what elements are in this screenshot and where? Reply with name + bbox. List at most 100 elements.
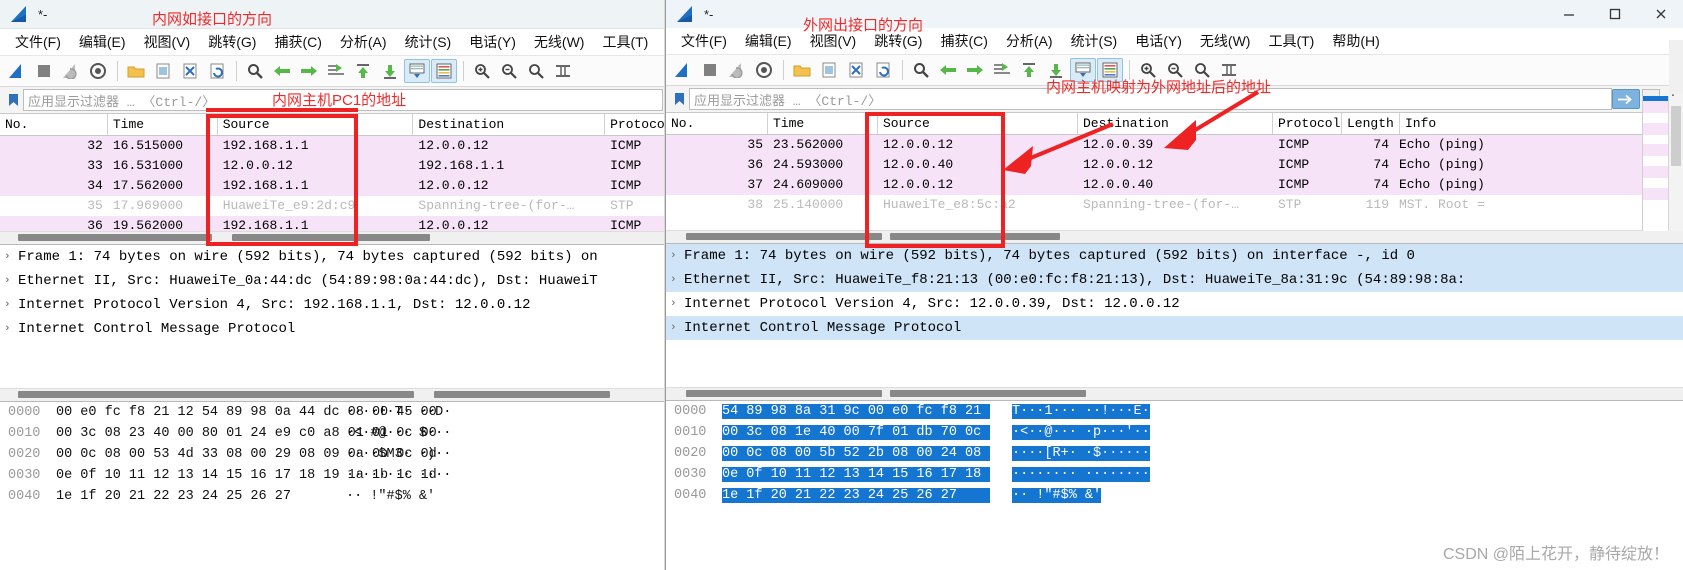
detail-tree-row[interactable]: › Internet Control Message Protocol bbox=[0, 317, 665, 341]
save-file-icon[interactable] bbox=[150, 59, 176, 83]
close-file-icon[interactable] bbox=[177, 59, 203, 83]
menu-item-analyze[interactable]: 分析(A) bbox=[997, 29, 1062, 53]
menu-item-file[interactable]: 文件(F) bbox=[672, 29, 736, 53]
autoscroll-icon[interactable] bbox=[404, 59, 430, 83]
hex-dump-row[interactable]: 0010 00 3c 08 1e 40 00 7f 01 db 70 0c 00 … bbox=[666, 422, 1683, 443]
start-capture-icon[interactable] bbox=[670, 58, 696, 82]
scrollbar-thumb[interactable] bbox=[686, 390, 882, 397]
menu-item-edit[interactable]: 编辑(E) bbox=[70, 30, 135, 54]
chevron-right-icon[interactable]: › bbox=[4, 251, 18, 263]
scrollbar-thumb[interactable] bbox=[890, 390, 1086, 397]
go-forward-icon[interactable] bbox=[962, 58, 988, 82]
capture-options-icon[interactable] bbox=[85, 59, 111, 83]
hex-dump-row[interactable]: 0020 00 0c 08 00 5b 52 2b 08 00 24 08 09 … bbox=[666, 443, 1683, 464]
menu-item-wireless[interactable]: 无线(W) bbox=[1191, 29, 1260, 53]
detail-tree-row[interactable]: › Frame 1: 74 bytes on wire (592 bits), 7… bbox=[666, 244, 1683, 268]
detail-tree-row[interactable]: › Internet Control Message Protocol bbox=[666, 316, 1683, 340]
chevron-right-icon[interactable]: › bbox=[4, 275, 18, 287]
detail-tree-row[interactable]: › Ethernet II, Src: HuaweiTe_f8:21:13 (00… bbox=[666, 268, 1683, 292]
chevron-right-icon[interactable]: › bbox=[670, 274, 684, 286]
hex-dump-row[interactable]: 0030 0e 0f 10 11 12 13 14 15 16 17 18 19 … bbox=[0, 465, 665, 486]
minimize-icon[interactable] bbox=[1546, 0, 1592, 28]
menu-item-analyze[interactable]: 分析(A) bbox=[331, 30, 396, 54]
menu-item-view[interactable]: 视图(V) bbox=[135, 30, 200, 54]
scrollbar-thumb[interactable] bbox=[1671, 106, 1681, 166]
packet-list-vscrollbar[interactable] bbox=[1668, 96, 1683, 231]
stop-capture-icon[interactable] bbox=[31, 59, 57, 83]
detail-hscrollbar-left[interactable] bbox=[0, 388, 665, 401]
filter-bookmark-icon[interactable] bbox=[5, 91, 21, 109]
detail-tree-row[interactable]: › Frame 1: 74 bytes on wire (592 bits), 7… bbox=[0, 245, 665, 269]
chevron-right-icon[interactable]: › bbox=[4, 299, 18, 311]
capture-options-icon[interactable] bbox=[751, 58, 777, 82]
column-time[interactable]: Time bbox=[108, 114, 218, 135]
column-info[interactable]: Info bbox=[1400, 113, 1520, 134]
menu-item-statistics[interactable]: 统计(S) bbox=[1062, 29, 1127, 53]
column-protocol[interactable]: Protoco bbox=[605, 114, 665, 135]
menu-item-statistics[interactable]: 统计(S) bbox=[396, 30, 461, 54]
column-length[interactable]: Length bbox=[1342, 113, 1400, 134]
apply-filter-arrow-icon[interactable] bbox=[1612, 89, 1640, 109]
resize-columns-icon[interactable] bbox=[550, 59, 576, 83]
menu-item-file[interactable]: 文件(F) bbox=[6, 30, 70, 54]
reload-file-icon[interactable] bbox=[870, 58, 896, 82]
hex-dump-row[interactable]: 0000 00 e0 fc f8 21 12 54 89 98 0a 44 dc … bbox=[0, 402, 665, 423]
go-last-packet-icon[interactable] bbox=[377, 59, 403, 83]
reload-file-icon[interactable] bbox=[204, 59, 230, 83]
detail-tree-row[interactable]: › Internet Protocol Version 4, Src: 12.0.… bbox=[666, 292, 1683, 316]
menu-item-capture[interactable]: 捕获(C) bbox=[931, 29, 996, 53]
scrollbar-thumb[interactable] bbox=[18, 391, 414, 398]
hex-dump-row[interactable]: 0000 54 89 98 8a 31 9c 00 e0 fc f8 21 13 … bbox=[666, 401, 1683, 422]
find-packet-icon[interactable] bbox=[242, 59, 268, 83]
hex-dump-row[interactable]: 0010 00 3c 08 23 40 00 80 01 24 e9 c0 a8 … bbox=[0, 423, 665, 444]
chevron-right-icon[interactable]: › bbox=[4, 323, 18, 335]
go-to-packet-icon[interactable] bbox=[989, 58, 1015, 82]
open-file-icon[interactable] bbox=[789, 58, 815, 82]
table-row[interactable]: 37 24.609000 12.0.0.12 12.0.0.40 ICMP 74 Echo … bbox=[666, 175, 1683, 195]
stop-capture-icon[interactable] bbox=[697, 58, 723, 82]
menu-item-edit[interactable]: 编辑(E) bbox=[736, 29, 801, 53]
go-forward-icon[interactable] bbox=[296, 59, 322, 83]
chevron-right-icon[interactable]: › bbox=[670, 298, 684, 310]
menu-item-wireless[interactable]: 无线(W) bbox=[525, 30, 594, 54]
table-row[interactable]: 36 24.593000 12.0.0.40 12.0.0.12 ICMP 74 Echo … bbox=[666, 155, 1683, 175]
find-packet-icon[interactable] bbox=[908, 58, 934, 82]
scrollbar-thumb[interactable] bbox=[434, 391, 610, 398]
close-icon[interactable] bbox=[1638, 0, 1683, 28]
hex-dump-row[interactable]: 0040 1e 1f 20 21 22 23 24 25 26 27 ·· !"#$… bbox=[666, 485, 1683, 506]
menu-item-tools[interactable]: 工具(T) bbox=[593, 30, 657, 54]
colorize-icon[interactable] bbox=[431, 59, 457, 83]
detail-tree-row[interactable]: › Ethernet II, Src: HuaweiTe_0a:44:dc (54… bbox=[0, 269, 665, 293]
scrollbar-thumb[interactable] bbox=[686, 233, 882, 240]
menu-item-go[interactable]: 跳转(G) bbox=[199, 30, 265, 54]
detail-tree-row[interactable]: › Internet Protocol Version 4, Src: 192.1… bbox=[0, 293, 665, 317]
menu-item-help[interactable]: 帮助(H) bbox=[1323, 29, 1388, 53]
go-first-packet-icon[interactable] bbox=[350, 59, 376, 83]
go-back-icon[interactable] bbox=[935, 58, 961, 82]
detail-hscrollbar-right[interactable] bbox=[666, 387, 1683, 400]
scrollbar-thumb[interactable] bbox=[18, 234, 212, 241]
column-no[interactable]: No. bbox=[666, 113, 768, 134]
hex-dump-row[interactable]: 0020 00 0c 08 00 53 4d 33 08 00 29 08 09 … bbox=[0, 444, 665, 465]
menu-item-capture[interactable]: 捕获(C) bbox=[265, 30, 330, 54]
open-file-icon[interactable] bbox=[123, 59, 149, 83]
restart-capture-icon[interactable] bbox=[724, 58, 750, 82]
start-capture-icon[interactable] bbox=[4, 59, 30, 83]
restart-capture-icon[interactable] bbox=[58, 59, 84, 83]
column-no[interactable]: No. bbox=[0, 114, 108, 135]
column-time[interactable]: Time bbox=[768, 113, 878, 134]
filter-bookmark-icon[interactable] bbox=[671, 90, 687, 108]
zoom-in-icon[interactable] bbox=[469, 59, 495, 83]
table-row[interactable]: 38 25.140000 HuaweiTe_e8:5c:a2 Spanning-tre… bbox=[666, 195, 1683, 215]
hex-dump-row[interactable]: 0040 1e 1f 20 21 22 23 24 25 26 27 ·· !"#$… bbox=[0, 486, 665, 507]
hex-dump-row[interactable]: 0030 0e 0f 10 11 12 13 14 15 16 17 18 19 … bbox=[666, 464, 1683, 485]
go-to-packet-icon[interactable] bbox=[323, 59, 349, 83]
zoom-reset-icon[interactable] bbox=[523, 59, 549, 83]
packet-list-hscrollbar-right[interactable] bbox=[666, 230, 1683, 243]
maximize-icon[interactable] bbox=[1592, 0, 1638, 28]
go-back-icon[interactable] bbox=[269, 59, 295, 83]
menu-item-telephony[interactable]: 电话(Y) bbox=[1126, 29, 1191, 53]
menu-item-telephony[interactable]: 电话(Y) bbox=[460, 30, 525, 54]
column-destination[interactable]: Destination bbox=[413, 114, 606, 135]
chevron-right-icon[interactable]: › bbox=[670, 322, 684, 334]
